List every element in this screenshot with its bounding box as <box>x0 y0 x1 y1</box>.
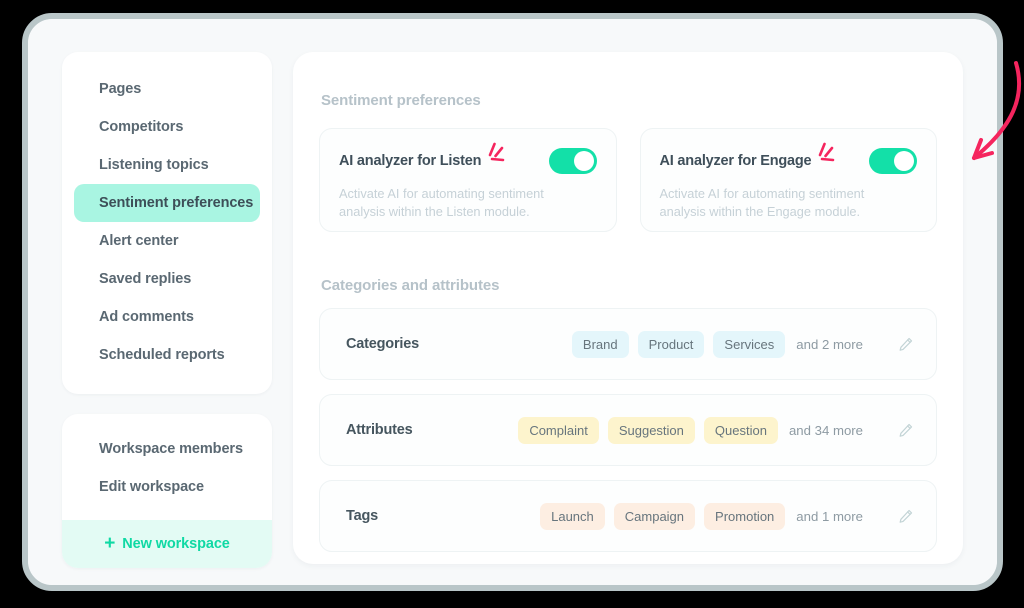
ai-analyzer-listen-description: Activate AI for automating sentiment ana… <box>339 186 544 220</box>
more-count-label: and 1 more <box>796 508 863 524</box>
sidebar-item-pages[interactable]: Pages <box>74 70 260 108</box>
chip[interactable]: Launch <box>540 502 605 530</box>
sidebar-item-scheduled-reports[interactable]: Scheduled reports <box>74 336 260 374</box>
app-window: Pages Competitors Listening topics Senti… <box>22 13 1003 591</box>
analyzer-card-header: AI analyzer for Listen <box>339 142 597 174</box>
chip[interactable]: Brand <box>571 330 629 358</box>
plus-icon: + <box>104 532 116 554</box>
ai-analyzer-engage-card: AI analyzer for Engage Activate AI for a… <box>639 128 937 232</box>
sidebar-item-listening-topics[interactable]: Listening topics <box>74 146 260 184</box>
sidebar-item-label: Ad comments <box>99 309 194 325</box>
analyzer-card-header: AI analyzer for Engage <box>659 142 917 174</box>
ai-analyzer-listen-toggle[interactable] <box>548 148 597 174</box>
row-label: Tags <box>346 508 378 524</box>
analyzer-title-text: AI analyzer for Listen <box>339 153 482 169</box>
sidebar-item-label: Saved replies <box>99 271 192 287</box>
analyzer-cards-row: AI analyzer for Listen Activate AI for a… <box>319 128 937 232</box>
analyzer-title-text: AI analyzer for Engage <box>659 153 812 169</box>
toggle-knob <box>894 151 914 171</box>
pencil-icon <box>899 509 912 523</box>
sidebar-item-label: Competitors <box>99 119 184 135</box>
row-label: Categories <box>346 336 419 352</box>
pencil-icon <box>899 423 912 437</box>
sidebar-item-alert-center[interactable]: Alert center <box>74 222 260 260</box>
chip-group: Complaint Suggestion Question and 34 mor… <box>518 416 918 444</box>
sidebar-item-edit-workspace[interactable]: Edit workspace <box>74 468 260 506</box>
chip[interactable]: Question <box>703 416 778 444</box>
sidebar-item-label: Workspace members <box>99 441 243 457</box>
tags-row: Tags Launch Campaign Promotion and 1 mor… <box>319 480 937 552</box>
sidebar: Pages Competitors Listening topics Senti… <box>62 52 272 568</box>
pencil-icon <box>899 337 912 351</box>
app-window-inner: Pages Competitors Listening topics Senti… <box>28 19 997 585</box>
categories-attributes-rows: Categories Brand Product Services and 2 … <box>319 308 937 566</box>
new-workspace-button[interactable]: + New workspace <box>62 520 272 568</box>
edit-tags-button[interactable] <box>892 503 918 529</box>
chip-group: Brand Product Services and 2 more <box>571 330 918 358</box>
sidebar-item-label: Edit workspace <box>99 479 204 495</box>
more-count-label: and 34 more <box>788 422 863 438</box>
ai-analyzer-listen-card: AI analyzer for Listen Activate AI for a… <box>319 128 617 232</box>
sidebar-item-label: Pages <box>99 81 142 97</box>
edit-categories-button[interactable] <box>892 331 918 357</box>
ai-analyzer-engage-description: Activate AI for automating sentiment ana… <box>659 186 865 220</box>
edit-attributes-button[interactable] <box>892 417 918 443</box>
main-content-panel: Sentiment preferences AI analyzer for Li… <box>293 52 963 564</box>
chip[interactable]: Services <box>713 330 786 358</box>
chip[interactable]: Promotion <box>704 502 786 530</box>
sparkle-burst-icon <box>488 142 505 162</box>
more-count-label: and 2 more <box>796 336 863 352</box>
sidebar-workspace-card: Workspace members Edit workspace + New w… <box>62 414 272 568</box>
sidebar-item-saved-replies[interactable]: Saved replies <box>74 260 260 298</box>
sparkle-burst-icon <box>819 142 835 162</box>
sentiment-preferences-heading: Sentiment preferences <box>321 92 481 109</box>
chip[interactable]: Suggestion <box>607 416 695 444</box>
ai-analyzer-engage-title: AI analyzer for Engage <box>659 142 842 169</box>
ai-analyzer-listen-title: AI analyzer for Listen <box>339 142 511 169</box>
sidebar-item-label: Scheduled reports <box>99 347 225 363</box>
categories-attributes-heading: Categories and attributes <box>321 277 500 294</box>
attributes-row: Attributes Complaint Suggestion Question… <box>319 394 937 466</box>
toggle-knob <box>573 151 594 171</box>
chip[interactable]: Complaint <box>518 416 599 444</box>
sidebar-item-label: Alert center <box>99 233 179 249</box>
sidebar-item-workspace-members[interactable]: Workspace members <box>74 430 260 468</box>
sidebar-item-competitors[interactable]: Competitors <box>74 108 260 146</box>
row-label: Attributes <box>346 422 413 438</box>
ai-analyzer-engage-toggle[interactable] <box>869 148 917 174</box>
sidebar-item-label: Sentiment preferences <box>99 195 254 211</box>
chip-group: Launch Campaign Promotion and 1 more <box>540 502 918 530</box>
chip[interactable]: Product <box>637 330 705 358</box>
sidebar-item-label: Listening topics <box>99 157 209 173</box>
categories-row: Categories Brand Product Services and 2 … <box>319 308 937 380</box>
sidebar-item-sentiment-preferences[interactable]: Sentiment preferences <box>74 184 260 222</box>
chip[interactable]: Campaign <box>613 502 696 530</box>
new-workspace-label: New workspace <box>122 536 230 552</box>
sidebar-item-ad-comments[interactable]: Ad comments <box>74 298 260 336</box>
sidebar-nav-card: Pages Competitors Listening topics Senti… <box>62 52 272 394</box>
